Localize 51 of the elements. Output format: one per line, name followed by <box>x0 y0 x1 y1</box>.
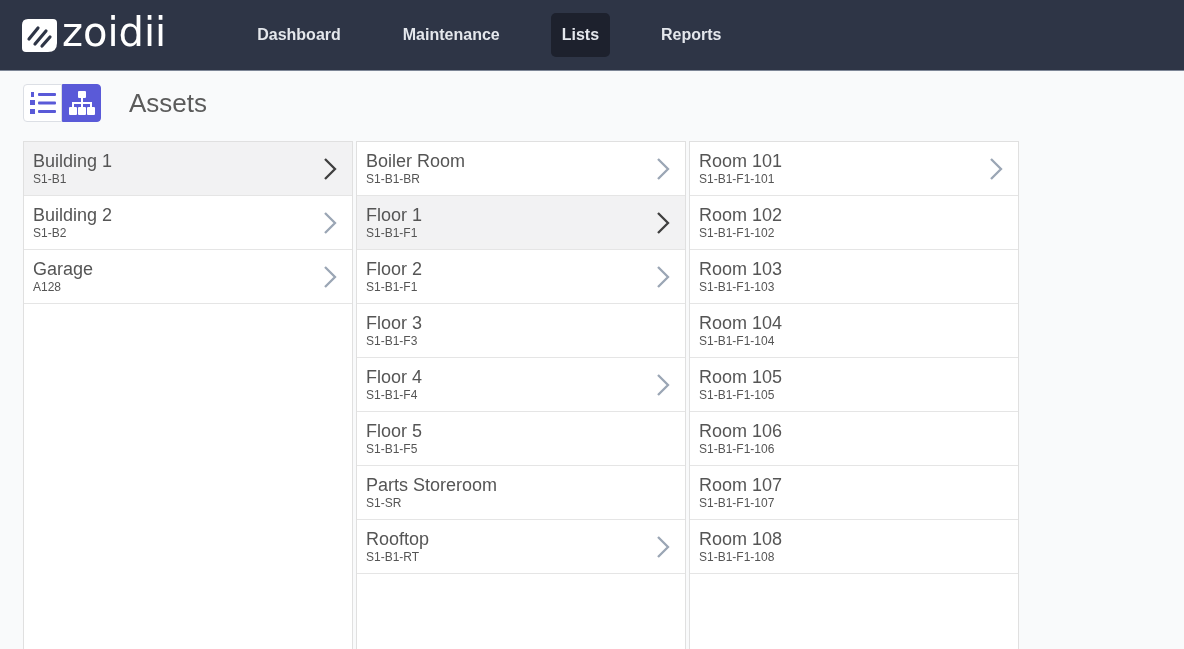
asset-code: S1-B1-BR <box>366 172 421 186</box>
asset-code: S1-B1-F5 <box>366 442 418 456</box>
asset-code: S1-B1-RT <box>366 550 420 564</box>
asset-code: S1-B1-F1-105 <box>699 388 775 402</box>
tree-view-button[interactable] <box>62 84 101 122</box>
asset-name: Room 107 <box>699 475 783 496</box>
asset-code: S1-B1-F1-106 <box>699 442 775 456</box>
asset-code: S1-B1-F1-103 <box>699 280 775 294</box>
asset-code: S1-B1-F1-104 <box>699 334 775 348</box>
nav-tab[interactable]: Reports <box>650 13 733 57</box>
page-title: Assets <box>129 87 208 119</box>
asset-name: Floor 2 <box>366 259 423 280</box>
asset-name: Building 2 <box>33 205 113 226</box>
list-view-button[interactable] <box>23 84 62 122</box>
numbered-list-icon <box>29 91 56 115</box>
asset-name: Room 108 <box>699 529 783 550</box>
asset-code: S1-B1-F1-101 <box>699 172 775 186</box>
logo-icon <box>22 18 57 52</box>
asset-name: Room 105 <box>699 367 783 388</box>
logo-text: zoidii <box>62 12 167 52</box>
asset-name: Room 103 <box>699 259 783 280</box>
asset-code: A128 <box>33 280 62 294</box>
asset-name: Floor 4 <box>366 367 423 388</box>
asset-name: Room 106 <box>699 421 783 442</box>
asset-name: Room 102 <box>699 205 783 226</box>
asset-name: Garage <box>33 259 94 280</box>
asset-code: S1-B1-F3 <box>366 334 418 348</box>
asset-name: Room 101 <box>699 151 783 172</box>
asset-name: Floor 1 <box>366 205 423 226</box>
asset-code: S1-B2 <box>33 226 67 240</box>
asset-name: Boiler Room <box>366 151 466 172</box>
asset-list-item[interactable]: Floor 1 S1-B1-F1 <box>357 196 685 250</box>
asset-code: S1-SR <box>366 496 402 510</box>
asset-code: S1-B1-F1-107 <box>699 496 775 510</box>
nav-tab[interactable]: Maintenance <box>391 13 511 57</box>
asset-code: S1-B1-F4 <box>366 388 418 402</box>
asset-code: S1-B1 <box>33 172 67 186</box>
asset-code: S1-B1-F1-102 <box>699 226 775 240</box>
asset-code: S1-B1-F1-108 <box>699 550 775 564</box>
asset-name: Parts Storeroom <box>366 475 498 496</box>
asset-list-item[interactable]: Building 1 S1-B1 <box>24 142 352 196</box>
hierarchy-icon <box>68 91 95 115</box>
asset-name: Rooftop <box>366 529 430 550</box>
asset-name: Floor 3 <box>366 313 423 334</box>
asset-name: Room 104 <box>699 313 783 334</box>
asset-name: Building 1 <box>33 151 113 172</box>
nav-tab[interactable]: Lists <box>550 13 611 57</box>
nav-tab[interactable]: Dashboard <box>246 13 352 57</box>
asset-code: S1-B1-F1 <box>366 280 418 294</box>
asset-name: Floor 5 <box>366 421 423 442</box>
asset-code: S1-B1-F1 <box>366 226 418 240</box>
